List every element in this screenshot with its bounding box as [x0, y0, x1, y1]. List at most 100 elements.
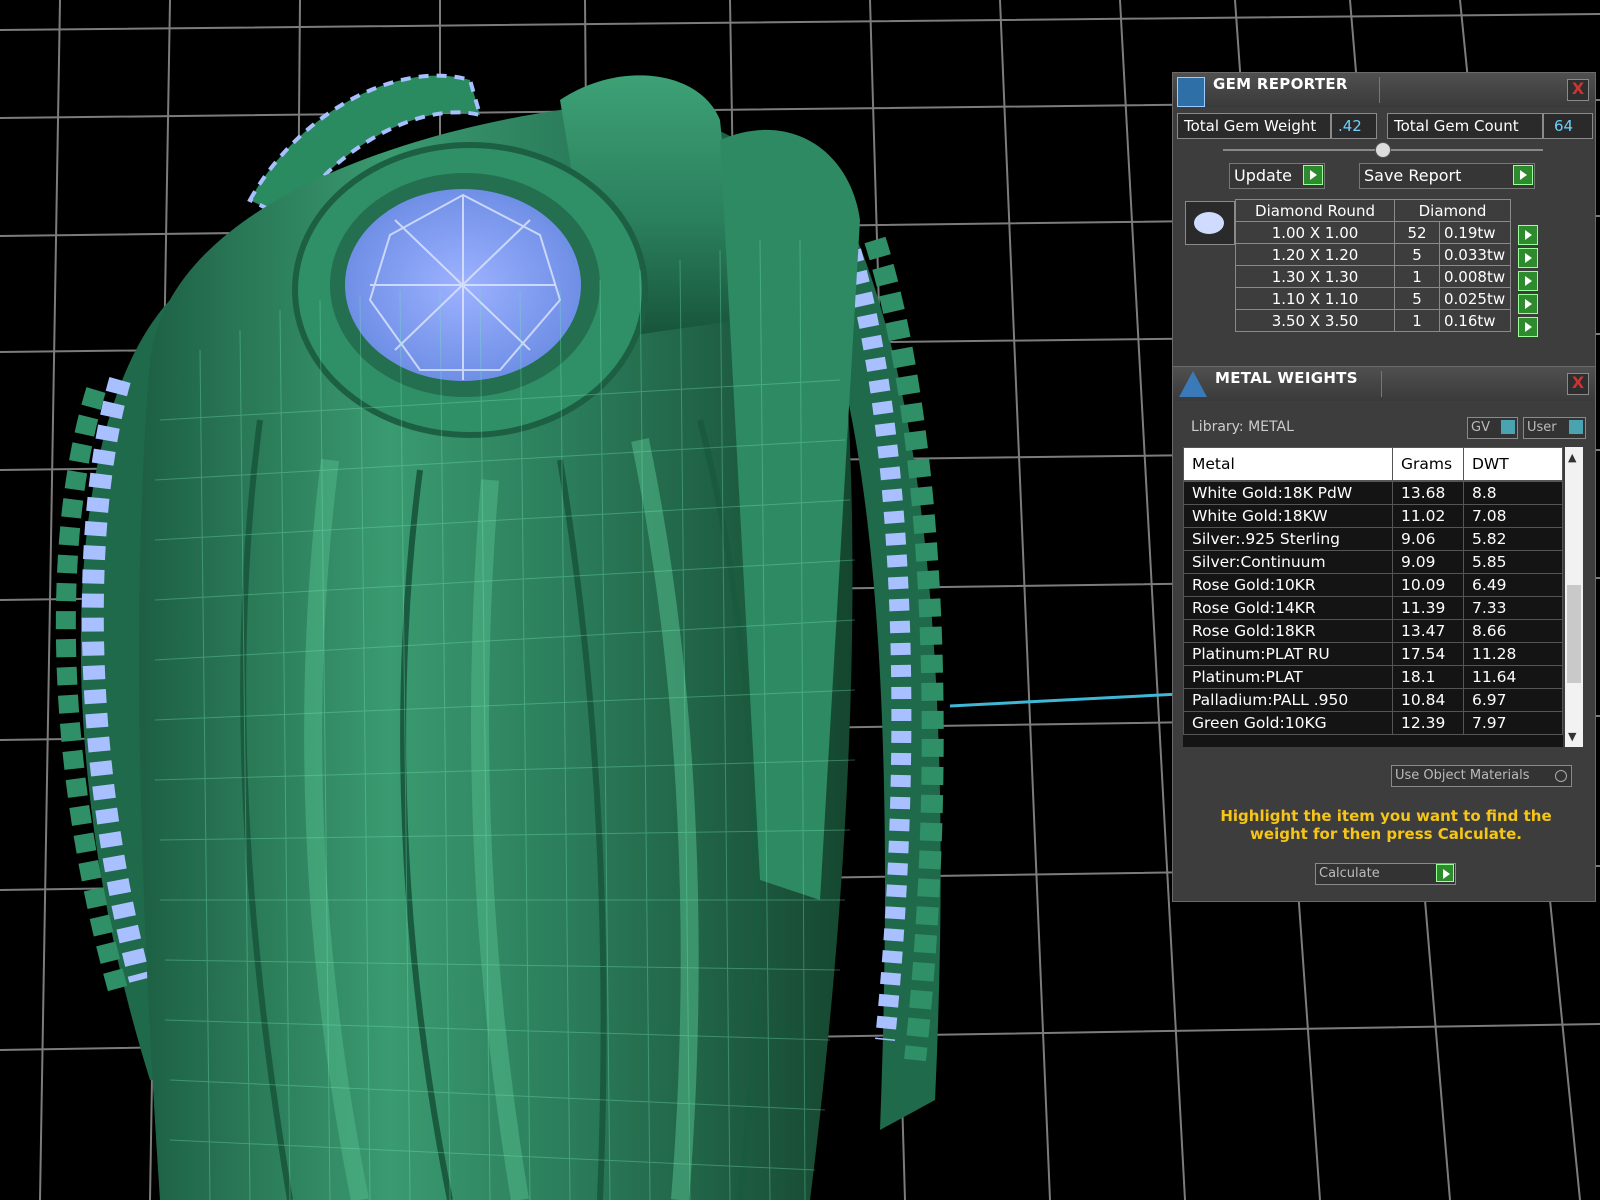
- metal-row[interactable]: White Gold:18KW 11.02 7.08: [1183, 504, 1563, 528]
- metal-row[interactable]: Green Gold:10KG 12.39 7.97: [1183, 711, 1563, 735]
- scroll-down-icon[interactable]: ▼: [1568, 730, 1576, 743]
- metal-row[interactable]: Platinum:PLAT 18.1 11.64: [1183, 665, 1563, 689]
- metal-name: Platinum:PLAT RU: [1183, 642, 1393, 666]
- col-grams[interactable]: Grams: [1392, 447, 1464, 481]
- metal-weights-close-button[interactable]: X: [1567, 373, 1589, 395]
- metal-grams: 10.84: [1392, 688, 1464, 712]
- calculate-label: Calculate: [1319, 866, 1380, 881]
- metal-row[interactable]: Palladium:PALL .950 10.84 6.97: [1183, 688, 1563, 712]
- user-toggle[interactable]: User: [1523, 417, 1586, 439]
- metal-rows: White Gold:18K PdW 13.68 8.8 White Gold:18K…: [1183, 481, 1563, 735]
- metal-row[interactable]: Silver:Continuum 9.09 5.85: [1183, 550, 1563, 574]
- gem-size: 1.20 X 1.20: [1235, 243, 1395, 266]
- calculate-button[interactable]: Calculate: [1315, 863, 1456, 885]
- metal-grams: 18.1: [1392, 665, 1464, 689]
- gem-row-go-button[interactable]: [1518, 247, 1539, 268]
- gem-row-go-button[interactable]: [1518, 224, 1539, 245]
- metal-row[interactable]: White Gold:18K PdW 13.68 8.8: [1183, 481, 1563, 505]
- total-gem-weight-value: .42: [1331, 113, 1377, 139]
- metal-dwt: 7.33: [1463, 596, 1563, 620]
- gem-weight: 0.025tw: [1439, 287, 1511, 310]
- go-arrow-icon: [1518, 294, 1538, 314]
- gem-table-row[interactable]: 3.50 X 3.50 1 0.16tw: [1235, 309, 1511, 332]
- metal-weights-title: METAL WEIGHTS: [1215, 369, 1358, 387]
- metal-weights-panel: METAL WEIGHTS X Library: METAL GV User M…: [1172, 366, 1596, 902]
- scroll-thumb[interactable]: [1567, 585, 1581, 683]
- metal-dwt: 11.64: [1463, 665, 1563, 689]
- go-arrow-icon: [1518, 225, 1538, 245]
- gem-weight: 0.16tw: [1439, 309, 1511, 332]
- metal-table: Metal Grams DWT: [1183, 447, 1563, 481]
- gem-size: 3.50 X 3.50: [1235, 309, 1395, 332]
- gem-table-row[interactable]: 1.00 X 1.00 52 0.19tw: [1235, 221, 1511, 244]
- panel-slider[interactable]: [1223, 142, 1543, 158]
- gem-row-go-button[interactable]: [1518, 270, 1539, 291]
- save-report-go-icon: [1513, 165, 1533, 185]
- save-report-button[interactable]: Save Report: [1359, 163, 1535, 189]
- metal-grams: 12.39: [1392, 711, 1464, 735]
- slider-handle[interactable]: [1375, 142, 1391, 158]
- calculate-go-icon: [1436, 864, 1454, 882]
- axis-line: [949, 692, 1181, 708]
- gem-weight: 0.033tw: [1439, 243, 1511, 266]
- gem-table-row[interactable]: 1.10 X 1.10 5 0.025tw: [1235, 287, 1511, 310]
- col-dwt[interactable]: DWT: [1463, 447, 1563, 481]
- metal-dwt: 7.97: [1463, 711, 1563, 735]
- save-report-label: Save Report: [1364, 166, 1462, 185]
- metal-grams: 17.54: [1392, 642, 1464, 666]
- col-metal[interactable]: Metal: [1183, 447, 1393, 481]
- calculate-hint: Highlight the item you want to find the …: [1220, 807, 1552, 843]
- metal-row[interactable]: Rose Gold:14KR 11.39 7.33: [1183, 596, 1563, 620]
- gem-size: 1.10 X 1.10: [1235, 287, 1395, 310]
- metal-grams: 13.47: [1392, 619, 1464, 643]
- gem-col-type: Diamond: [1394, 199, 1511, 222]
- metal-dwt: 5.85: [1463, 550, 1563, 574]
- gv-toggle[interactable]: GV: [1467, 417, 1518, 439]
- metal-list[interactable]: Metal Grams DWT White Gold:18K PdW 13.68 8…: [1183, 447, 1563, 747]
- gem-table-header: Diamond Round Diamond: [1235, 199, 1511, 222]
- title-divider: [1379, 77, 1380, 103]
- gem-row-go-button[interactable]: [1518, 316, 1539, 337]
- update-label: Update: [1234, 166, 1292, 185]
- metal-weights-titlebar[interactable]: METAL WEIGHTS X: [1173, 367, 1595, 401]
- scroll-up-icon[interactable]: ▲: [1568, 451, 1576, 464]
- go-arrow-icon: [1518, 271, 1538, 291]
- gem-table-row[interactable]: 1.30 X 1.30 1 0.008tw: [1235, 265, 1511, 288]
- metal-dwt: 6.49: [1463, 573, 1563, 597]
- metal-row[interactable]: Rose Gold:18KR 13.47 8.66: [1183, 619, 1563, 643]
- metal-list-scrollbar[interactable]: ▲ ▼: [1565, 447, 1583, 747]
- gv-label: GV: [1471, 420, 1490, 435]
- gem-table: Diamond Round Diamond 1.00 X 1.00 52 0.19t…: [1235, 199, 1511, 332]
- metal-name: Green Gold:10KG: [1183, 711, 1393, 735]
- metal-name: Platinum:PLAT: [1183, 665, 1393, 689]
- metal-grams: 13.68: [1392, 481, 1464, 505]
- gem-reporter-titlebar[interactable]: GEM REPORTER X: [1173, 73, 1595, 107]
- metal-name: White Gold:18K PdW: [1183, 481, 1393, 505]
- metal-grams: 11.02: [1392, 504, 1464, 528]
- metal-row[interactable]: Silver:.925 Sterling 9.06 5.82: [1183, 527, 1563, 551]
- gem-reporter-close-button[interactable]: X: [1567, 79, 1589, 101]
- user-label: User: [1527, 420, 1557, 435]
- gv-toggle-indicator: [1501, 420, 1515, 434]
- use-object-materials-toggle[interactable]: Use Object Materials: [1391, 765, 1572, 787]
- metal-dwt: 7.08: [1463, 504, 1563, 528]
- metal-dwt: 5.82: [1463, 527, 1563, 551]
- gem-weight: 0.19tw: [1439, 221, 1511, 244]
- gem-reporter-icon: [1177, 77, 1205, 107]
- metal-table-header: Metal Grams DWT: [1183, 447, 1563, 481]
- metal-name: Silver:.925 Sterling: [1183, 527, 1393, 551]
- metal-dwt: 8.8: [1463, 481, 1563, 505]
- use-object-materials-label: Use Object Materials: [1395, 768, 1530, 783]
- update-button[interactable]: Update: [1229, 163, 1325, 189]
- diamond-round-icon: [1185, 201, 1235, 245]
- metal-grams: 9.09: [1392, 550, 1464, 574]
- go-arrow-icon: [1518, 317, 1538, 337]
- metal-row[interactable]: Platinum:PLAT RU 17.54 11.28: [1183, 642, 1563, 666]
- gem-row-go-button[interactable]: [1518, 293, 1539, 314]
- ring-model[interactable]: [55, 73, 944, 1200]
- metal-row[interactable]: Rose Gold:10KR 10.09 6.49: [1183, 573, 1563, 597]
- total-gem-count-value: 64: [1543, 113, 1593, 139]
- radio-icon: [1555, 770, 1567, 782]
- gem-table-row[interactable]: 1.20 X 1.20 5 0.033tw: [1235, 243, 1511, 266]
- gem-col-shape: Diamond Round: [1235, 199, 1395, 222]
